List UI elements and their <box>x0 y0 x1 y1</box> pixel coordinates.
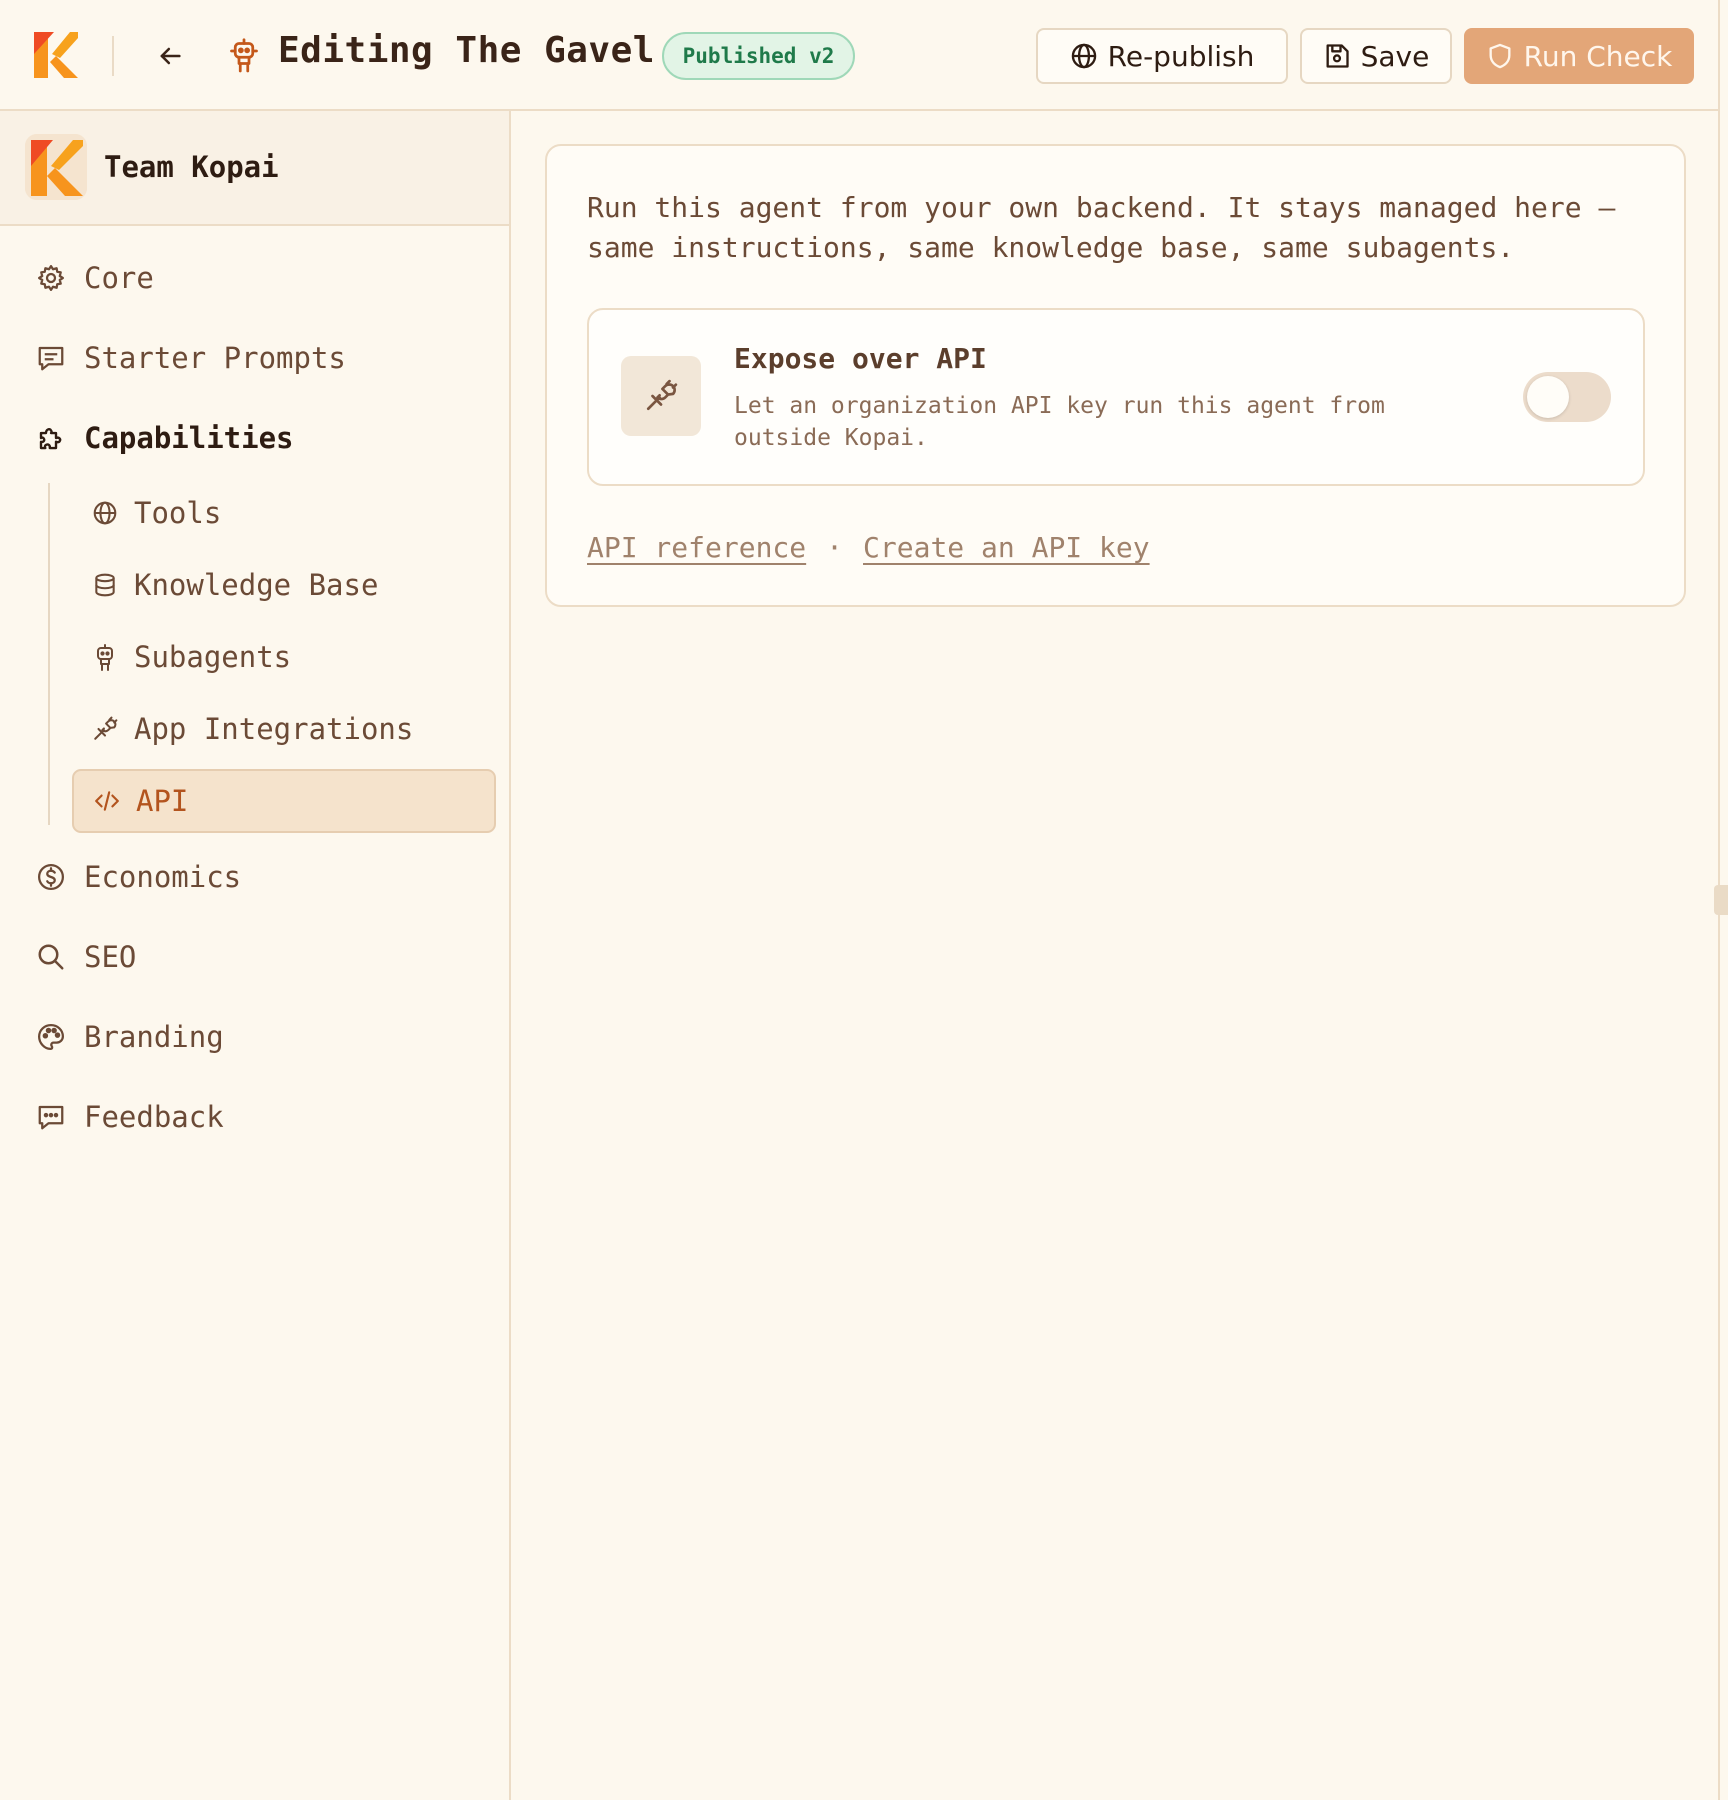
puzzle-icon <box>36 423 66 453</box>
link-separator: · <box>826 531 844 564</box>
sidebar-item-label: API <box>136 784 189 818</box>
sidebar-item-seo[interactable]: SEO <box>24 927 494 987</box>
api-settings-card: Run this agent from your own backend. It… <box>545 144 1686 607</box>
shield-icon <box>1486 42 1514 70</box>
sidebar-item-app-integrations[interactable]: App Integrations <box>72 697 496 761</box>
api-reference-link[interactable]: API reference <box>587 531 806 564</box>
run-check-button[interactable]: Run Check <box>1464 28 1694 84</box>
capabilities-tree-line <box>48 483 50 825</box>
sidebar-item-core[interactable]: Core <box>24 248 494 308</box>
code-icon <box>94 788 120 814</box>
republish-button[interactable]: Re-publish <box>1036 28 1288 84</box>
sidebar-item-label: Core <box>84 261 154 295</box>
sidebar-item-label: Knowledge Base <box>134 568 379 602</box>
globe-icon <box>1070 42 1098 70</box>
expose-api-title: Expose over API <box>734 342 987 375</box>
database-icon <box>92 572 118 598</box>
sidebar-item-label: App Integrations <box>134 712 414 746</box>
plug-icon <box>621 356 701 436</box>
team-logo <box>25 134 87 200</box>
sidebar-item-label: Branding <box>84 1020 224 1054</box>
sidebar-item-label: Tools <box>134 496 222 530</box>
republish-label: Re-publish <box>1107 39 1255 73</box>
team-switcher[interactable]: Team Kopai <box>0 111 509 226</box>
globe-icon <box>92 500 118 526</box>
sidebar-item-tools[interactable]: Tools <box>72 481 496 545</box>
robot-icon <box>229 38 259 74</box>
sidebar-item-starter-prompts[interactable]: Starter Prompts <box>24 328 494 388</box>
sidebar-item-feedback[interactable]: Feedback <box>24 1087 494 1147</box>
top-bar: Editing The Gavel Published v2 Re-publis… <box>0 0 1718 111</box>
expose-api-toggle[interactable] <box>1523 372 1611 422</box>
robot-icon <box>92 644 118 671</box>
message-icon <box>36 343 66 373</box>
create-api-key-link[interactable]: Create an API key <box>863 531 1150 564</box>
sidebar: Team Kopai Core Starter Prompts Capabili… <box>0 111 511 1800</box>
sidebar-item-subagents[interactable]: Subagents <box>72 625 496 689</box>
api-intro-text: Run this agent from your own backend. It… <box>587 191 1616 264</box>
plug-icon <box>92 716 118 742</box>
toggle-knob <box>1527 376 1569 418</box>
page-title: Editing The Gavel <box>278 30 655 71</box>
resize-handle[interactable] <box>1714 885 1728 915</box>
run-check-label: Run Check <box>1523 39 1673 73</box>
sidebar-item-capabilities[interactable]: Capabilities <box>24 408 494 468</box>
search-icon <box>36 942 66 972</box>
palette-icon <box>36 1022 66 1052</box>
back-arrow-icon[interactable] <box>156 42 184 70</box>
sidebar-item-economics[interactable]: Economics <box>24 847 494 907</box>
sidebar-item-label: Economics <box>84 860 242 894</box>
sidebar-item-label: Subagents <box>134 640 292 674</box>
sidebar-item-label: Capabilities <box>84 421 294 455</box>
header-divider <box>112 36 114 76</box>
sidebar-item-branding[interactable]: Branding <box>24 1007 494 1067</box>
sidebar-item-api[interactable]: API <box>72 769 496 833</box>
sidebar-item-knowledge-base[interactable]: Knowledge Base <box>72 553 496 617</box>
status-badge: Published v2 <box>662 32 855 80</box>
gear-icon <box>36 263 66 293</box>
help-links: API reference · Create an API key <box>587 531 1150 564</box>
save-label: Save <box>1360 39 1430 73</box>
team-name: Team Kopai <box>104 150 279 184</box>
dollar-icon <box>36 862 66 892</box>
save-button[interactable]: Save <box>1300 28 1452 84</box>
expose-api-panel: Expose over API Let an organization API … <box>587 308 1645 486</box>
kopai-logo[interactable] <box>34 32 78 78</box>
sidebar-item-label: Starter Prompts <box>84 341 346 375</box>
sidebar-item-label: SEO <box>84 940 137 974</box>
sidebar-item-label: Feedback <box>84 1100 224 1134</box>
chat-icon <box>36 1102 66 1132</box>
expose-api-description: Let an organization API key run this age… <box>734 393 1385 451</box>
floppy-disk-icon <box>1323 42 1351 70</box>
